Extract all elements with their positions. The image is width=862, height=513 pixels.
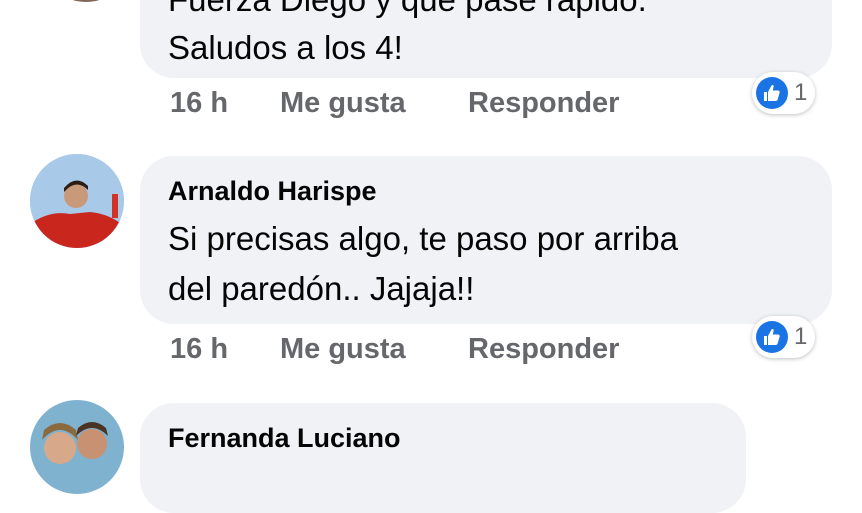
reaction-badge[interactable]: 1 bbox=[752, 316, 816, 358]
comment-text-line: Saludos a los 4! bbox=[168, 29, 403, 66]
profile-photo bbox=[30, 154, 124, 248]
comment-bubble: Fernanda Luciano bbox=[140, 403, 746, 513]
avatar[interactable] bbox=[30, 154, 124, 248]
like-button[interactable]: Me gusta bbox=[280, 333, 406, 366]
reply-button[interactable]: Responder bbox=[468, 333, 619, 366]
thumbs-up-icon bbox=[756, 77, 788, 109]
comment-bubble: Fuerza Diego y que pase rápido. Saludos … bbox=[140, 0, 832, 78]
comment-bubble: Arnaldo Harispe Si precisas algo, te pas… bbox=[140, 156, 832, 324]
reply-button[interactable]: Responder bbox=[468, 87, 619, 120]
comment-time[interactable]: 16 h bbox=[170, 333, 228, 366]
avatar[interactable] bbox=[40, 0, 132, 2]
comment-text-line: del paredón.. Jajaja!! bbox=[168, 270, 475, 307]
comment-author[interactable]: Arnaldo Harispe bbox=[168, 174, 377, 208]
avatar[interactable] bbox=[30, 400, 124, 494]
like-button[interactable]: Me gusta bbox=[280, 87, 406, 120]
comment-text-line: Fuerza Diego y que pase rápido. bbox=[168, 0, 647, 25]
thumbs-up-icon bbox=[756, 321, 788, 353]
reaction-badge[interactable]: 1 bbox=[752, 72, 816, 114]
profile-photo bbox=[30, 400, 124, 494]
reaction-count: 1 bbox=[794, 79, 808, 106]
comment-text-line: Si precisas algo, te paso por arriba bbox=[168, 220, 678, 257]
comment-time[interactable]: 16 h bbox=[170, 87, 228, 120]
reaction-count: 1 bbox=[794, 323, 808, 350]
